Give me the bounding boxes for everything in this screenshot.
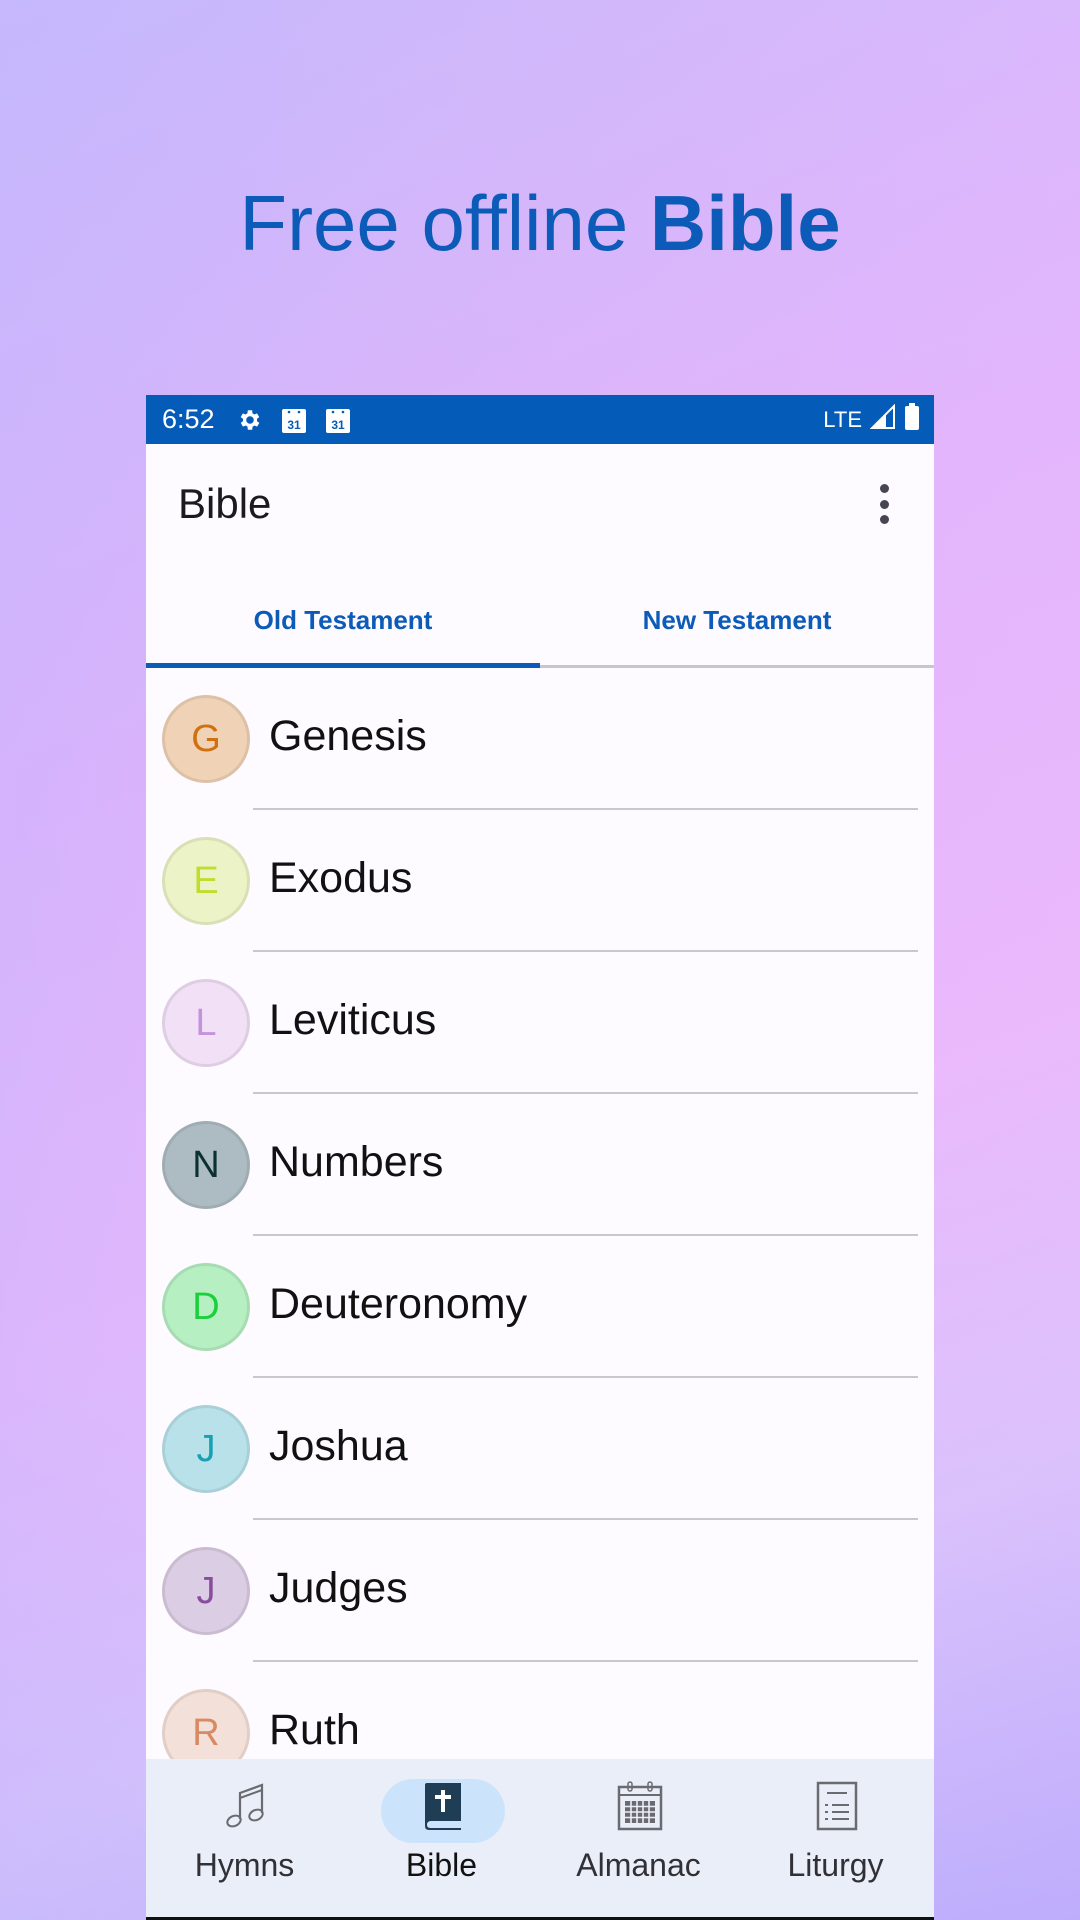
app-title: Bible xyxy=(178,480,272,527)
battery-icon xyxy=(904,403,920,436)
nav-label: Hymns xyxy=(194,1847,295,1883)
list-item[interactable]: G Genesis xyxy=(146,668,934,810)
book-name: Ruth xyxy=(269,1706,360,1754)
avatar: D xyxy=(162,1263,250,1351)
testament-tabs: Old Testament New Testament xyxy=(146,572,934,668)
tab-old-testament[interactable]: Old Testament xyxy=(146,572,540,668)
nav-liturgy[interactable]: Liturgy xyxy=(737,1759,934,1920)
list-item[interactable]: J Joshua xyxy=(146,1378,934,1520)
book-name: Leviticus xyxy=(269,996,437,1044)
music-note-icon xyxy=(226,1783,264,1828)
calendar-icon xyxy=(617,1781,663,1831)
avatar: E xyxy=(162,837,250,925)
status-time: 6:52 xyxy=(162,404,215,434)
settings-icon xyxy=(237,407,263,433)
avatar: N xyxy=(162,1121,250,1209)
book-name: Genesis xyxy=(269,712,427,760)
phone-screen: 6:52 31 31 LTE Bible Old Testament New T… xyxy=(146,395,934,1920)
calendar-day: 31 xyxy=(287,418,301,432)
avatar: J xyxy=(162,1547,250,1635)
nav-bible[interactable]: Bible xyxy=(343,1759,540,1920)
status-bar: 6:52 31 31 LTE xyxy=(146,395,934,444)
book-name: Joshua xyxy=(269,1422,408,1470)
document-list-icon xyxy=(816,1781,858,1831)
calendar-icon: 31 xyxy=(281,406,307,434)
avatar: L xyxy=(162,979,250,1067)
list-item[interactable]: E Exodus xyxy=(146,810,934,952)
book-name: Deuteronomy xyxy=(269,1280,528,1328)
book-list: G Genesis E Exodus L Leviticus N Numbers… xyxy=(146,668,934,1804)
list-item[interactable]: D Deuteronomy xyxy=(146,1236,934,1378)
bottom-navigation: Hymns Bible Almanac Liturgy xyxy=(146,1759,934,1920)
list-item[interactable]: N Numbers xyxy=(146,1094,934,1236)
signal-icon xyxy=(869,403,896,435)
promo-headline: Free offline Bible xyxy=(0,178,1080,269)
nav-label: Almanac xyxy=(576,1847,701,1883)
book-name: Numbers xyxy=(269,1138,444,1186)
book-name: Exodus xyxy=(269,854,413,902)
nav-label: Bible xyxy=(405,1847,478,1883)
nav-label: Liturgy xyxy=(787,1847,884,1883)
headline-regular: Free offline xyxy=(239,179,650,267)
avatar: G xyxy=(162,695,250,783)
network-type: LTE xyxy=(823,406,862,432)
nav-hymns[interactable]: Hymns xyxy=(146,1759,343,1920)
headline-bold: Bible xyxy=(649,179,841,267)
calendar-day: 31 xyxy=(331,418,345,432)
status-right: LTE xyxy=(823,395,920,444)
app-bar: Bible xyxy=(146,444,934,572)
bible-icon xyxy=(425,1783,461,1830)
tab-new-testament[interactable]: New Testament xyxy=(540,572,934,668)
calendar-icon: 31 xyxy=(325,406,351,434)
list-item[interactable]: J Judges xyxy=(146,1520,934,1662)
avatar: J xyxy=(162,1405,250,1493)
list-item[interactable]: L Leviticus xyxy=(146,952,934,1094)
more-vert-icon[interactable] xyxy=(874,484,894,524)
nav-almanac[interactable]: Almanac xyxy=(540,1759,737,1920)
book-name: Judges xyxy=(269,1564,408,1612)
